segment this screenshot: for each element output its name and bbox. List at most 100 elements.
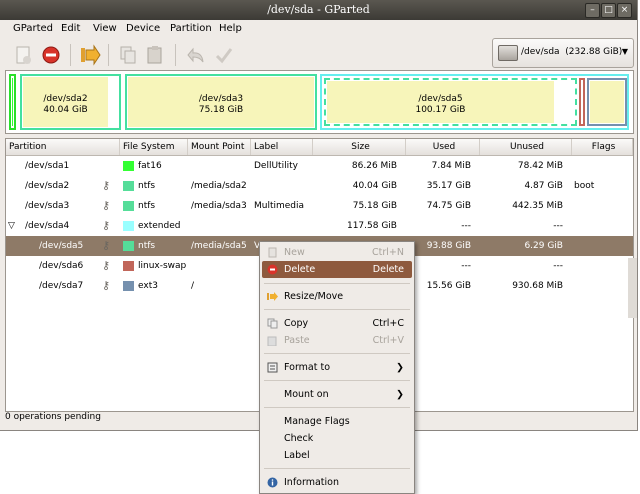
apply-icon[interactable] (213, 44, 235, 66)
menu-item-copy[interactable]: Copy Ctrl+C (262, 315, 412, 332)
cell-size: 75.18 GiB (352, 201, 397, 211)
col-label[interactable]: Label (251, 139, 313, 155)
table-row[interactable]: /dev/sda1 fat16 DellUtility 86.26 MiB 7.84 M… (6, 156, 633, 176)
map-partition-sda4-extended[interactable]: /dev/sda5 100.17 GiB (320, 74, 629, 130)
menu-gparted[interactable]: GParted (13, 23, 53, 34)
cell-mount-point: / (191, 281, 195, 291)
menu-item-shortcut: Ctrl+N (372, 247, 404, 258)
map-partition-sda7[interactable] (587, 78, 627, 126)
menu-separator (264, 380, 410, 381)
menu-item-delete[interactable]: Delete Delete (262, 261, 412, 278)
map-partition-name: /dev/sda2 (43, 94, 88, 104)
copy-icon[interactable] (117, 44, 139, 66)
map-partition-size: 75.18 GiB (198, 105, 244, 115)
cell-flags: boot (574, 181, 595, 191)
status-bar: 0 operations pending (5, 412, 101, 422)
menu-edit[interactable]: Edit (61, 23, 80, 34)
menu-item-label: Delete (284, 264, 316, 275)
delete-icon[interactable] (40, 44, 62, 66)
map-partition-sda6[interactable] (579, 78, 585, 126)
cell-flags (574, 196, 632, 216)
toolbar-separator (108, 44, 109, 66)
menu-item-format-to[interactable]: Format to ❯ (262, 359, 412, 376)
cell-used: --- (461, 261, 471, 271)
table-row[interactable]: /dev/sda2 ⚷ ntfs/media/sda2 40.04 GiB 35.17 … (6, 176, 633, 196)
menu-item-check[interactable]: Check (262, 430, 412, 447)
map-partition-sda5[interactable]: /dev/sda5 100.17 GiB (324, 78, 577, 126)
menu-item-manage-flags[interactable]: Manage Flags (262, 413, 412, 430)
device-size: (232.88 GiB) (565, 47, 623, 57)
cell-size: 117.58 GiB (346, 221, 397, 231)
partition-map: /dev/sda2 40.04 GiB /dev/sda3 75.18 GiB … (5, 70, 634, 134)
cell-label: Multimedia (254, 201, 305, 211)
col-size[interactable]: Size (313, 139, 406, 155)
menu-item-information[interactable]: Information (262, 474, 412, 491)
col-partition[interactable]: Partition (6, 139, 120, 155)
table-row[interactable]: ▽ /dev/sda4 ⚷ extended 117.58 GiB --- --- (6, 216, 633, 236)
map-partition-sda3[interactable]: /dev/sda3 75.18 GiB (125, 74, 317, 130)
cell-partition: /dev/sda3 (25, 201, 70, 211)
filesystem-color-swatch (123, 281, 134, 291)
copy-icon (267, 318, 278, 329)
dropdown-arrow-icon: ▼ (621, 47, 628, 56)
menu-partition[interactable]: Partition (170, 23, 212, 34)
key-icon: ⚷ (102, 219, 111, 232)
scrollbar[interactable] (628, 258, 637, 318)
map-partition-sda2[interactable]: /dev/sda2 40.04 GiB (20, 74, 121, 130)
new-icon[interactable] (12, 44, 34, 66)
toolbar-separator (175, 44, 176, 66)
menu-item-label-partition[interactable]: Label (262, 447, 412, 464)
toolbar-separator (70, 44, 71, 66)
minimize-icon[interactable]: – (585, 3, 600, 18)
paste-icon[interactable] (144, 44, 166, 66)
map-partition-name: /dev/sda5 (418, 94, 463, 104)
menu-item-mount-on[interactable]: Mount on ❯ (262, 386, 412, 403)
table-row[interactable]: /dev/sda3 ⚷ ntfs/media/sda3 Multimedia 75.18… (6, 196, 633, 216)
cell-unused: --- (553, 221, 563, 231)
cell-used: 35.17 GiB (426, 181, 471, 191)
menu-help[interactable]: Help (219, 23, 242, 34)
cell-file-system: linux-swap (138, 261, 187, 271)
cell-flags (574, 156, 632, 176)
menu-separator (264, 283, 410, 284)
cell-used: 15.56 GiB (426, 281, 471, 291)
menu-view[interactable]: View (93, 23, 117, 34)
col-mount-point[interactable]: Mount Point (188, 139, 251, 155)
cell-label: DellUtility (254, 161, 298, 171)
menu-item-label: Label (284, 450, 310, 461)
cell-file-system: fat16 (138, 161, 162, 171)
submenu-arrow-icon: ❯ (396, 362, 404, 373)
col-file-system[interactable]: File System (120, 139, 188, 155)
filesystem-color-swatch (123, 261, 134, 271)
cell-unused: 442.35 MiB (512, 201, 563, 211)
menu-device[interactable]: Device (126, 23, 160, 34)
resize-move-icon (267, 292, 278, 301)
menu-separator (264, 353, 410, 354)
cell-size: 86.26 MiB (351, 161, 397, 171)
cell-used: 7.84 MiB (431, 161, 471, 171)
col-unused[interactable]: Unused (480, 139, 572, 155)
menu-item-new[interactable]: New Ctrl+N (262, 244, 412, 261)
cell-size: 40.04 GiB (352, 181, 397, 191)
resize-move-icon[interactable] (79, 44, 101, 66)
maximize-icon[interactable]: □ (601, 3, 616, 18)
undo-icon[interactable] (185, 44, 207, 66)
close-icon[interactable]: × (617, 3, 632, 18)
menu-item-shortcut: Ctrl+V (372, 335, 404, 346)
menu-item-shortcut: Ctrl+C (372, 318, 405, 329)
format-icon (267, 362, 278, 373)
map-partition-name: /dev/sda3 (198, 94, 244, 104)
col-flags[interactable]: Flags (572, 139, 633, 155)
cell-unused: 930.68 MiB (512, 281, 563, 291)
device-selector[interactable]: /dev/sda (232.88 GiB) ▼ (492, 38, 634, 68)
filesystem-color-swatch (123, 201, 134, 211)
table-header: Partition File System Mount Point Label … (6, 139, 633, 156)
cell-flags (574, 276, 632, 296)
expander-icon[interactable]: ▽ (8, 216, 18, 236)
map-partition-size: 40.04 GiB (43, 105, 88, 115)
col-used[interactable]: Used (406, 139, 480, 155)
menu-separator (264, 468, 410, 469)
menu-item-paste[interactable]: Paste Ctrl+V (262, 332, 412, 349)
filesystem-color-swatch (123, 181, 134, 191)
menu-item-resize-move[interactable]: Resize/Move (262, 288, 412, 305)
